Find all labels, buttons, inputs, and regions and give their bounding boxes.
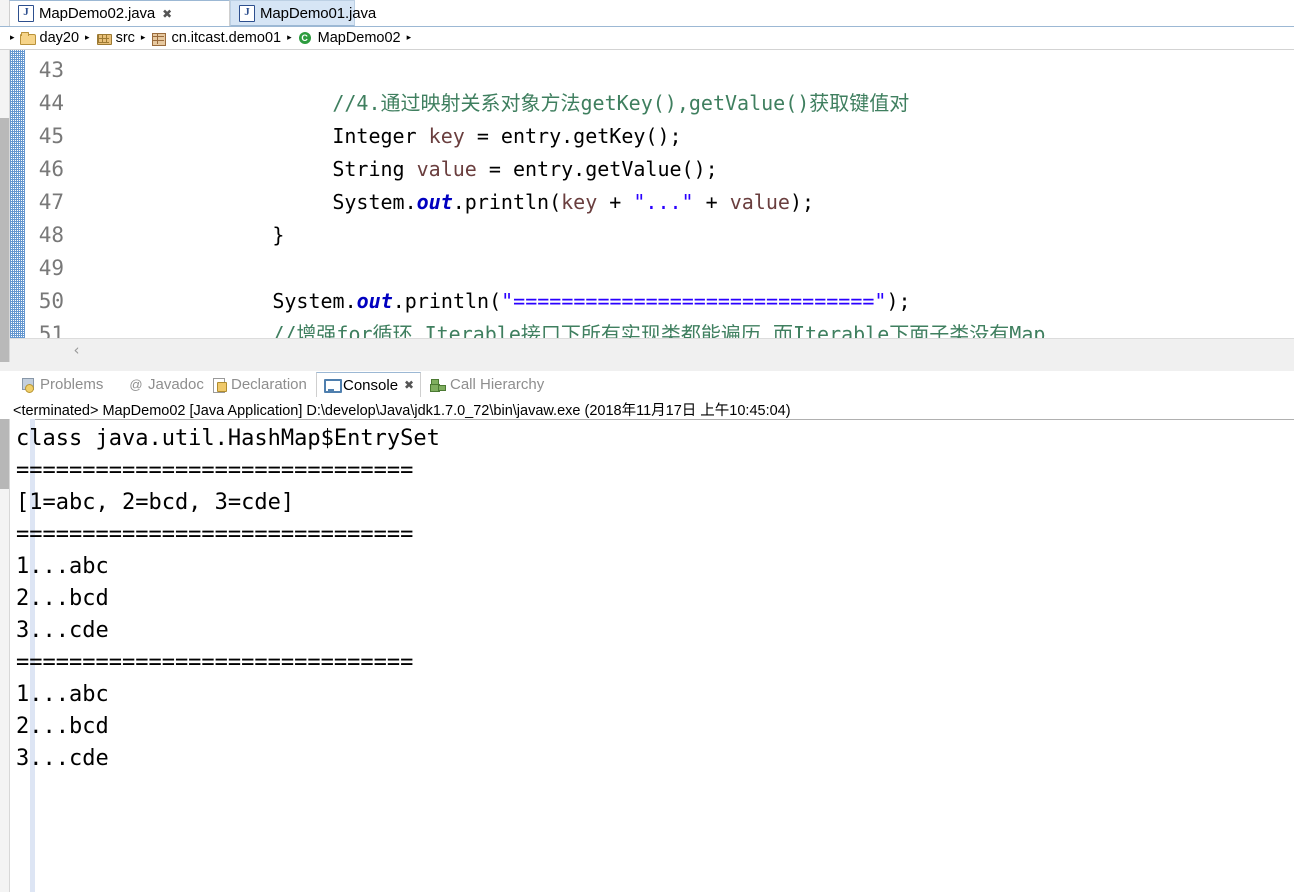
tab-label: Console <box>343 376 399 394</box>
editor-tab-label: MapDemo01.java <box>260 4 377 22</box>
editor-left-strip <box>0 50 10 362</box>
tab-problems[interactable]: Problems <box>14 372 109 397</box>
console-left-strip-shadow <box>0 419 9 489</box>
code-line-43: //4.通过映射关系对象方法getKey(),getValue()获取键值对 <box>236 54 909 115</box>
code-brace: } <box>272 223 285 247</box>
code-line-49: System.out.println("====================… <box>176 252 910 313</box>
java-file-icon <box>239 4 255 22</box>
code-line-46: System.out.println(key + "..." + value); <box>236 153 814 214</box>
line-number: 44 <box>38 91 64 115</box>
code-line-45: String value = entry.getValue(); <box>236 120 717 181</box>
console-output-text: class java.util.HashMap$EntrySet =======… <box>16 426 440 771</box>
code-line-44: Integer key = entry.getKey(); <box>236 87 681 148</box>
code-text: System. <box>332 190 417 214</box>
tab-javadoc[interactable]: Javadoc <box>122 372 210 397</box>
breadcrumb-label: cn.itcast.demo01 <box>171 30 282 46</box>
java-class-icon <box>298 31 314 45</box>
problems-icon <box>20 377 36 393</box>
editor-tab-label: MapDemo02.java <box>39 5 156 22</box>
tab-label: Call Hierarchy <box>450 376 545 393</box>
breadcrumb-label: day20 <box>39 30 80 46</box>
code-text: .println( <box>452 190 562 214</box>
code-editor[interactable]: 43 44 45 46 47 48 49 50 51 //4.通过映射关系对象方… <box>0 50 1294 362</box>
breadcrumb-item-package[interactable]: cn.itcast.demo01 <box>151 30 281 46</box>
panel-splitter[interactable] <box>0 362 1294 371</box>
code-string: "..." <box>633 190 694 214</box>
editor-left-strip-shadow <box>0 118 9 362</box>
project-folder-icon <box>19 31 36 45</box>
close-icon[interactable]: ✖ <box>404 378 414 392</box>
code-static-field: out <box>416 190 453 214</box>
chevron-right-icon[interactable]: ▸ <box>141 33 146 43</box>
javadoc-icon <box>128 377 144 393</box>
line-number: 45 <box>38 124 64 148</box>
line-number: 43 <box>38 58 64 82</box>
breadcrumb-item-class[interactable]: MapDemo02 <box>298 30 401 46</box>
breadcrumb-item-src[interactable]: src <box>96 30 135 46</box>
line-number-gutter: 43 44 45 46 47 48 49 50 51 <box>25 50 68 346</box>
line-number: 50 <box>38 289 64 313</box>
code-text: + <box>597 190 634 214</box>
eclipse-ide-window: MapDemo02.java ✖ MapDemo01.java ▸ day20 … <box>0 0 1294 892</box>
breadcrumb-label: src <box>115 30 135 46</box>
code-line-47: } <box>176 186 284 247</box>
line-number: 46 <box>38 157 64 181</box>
breadcrumb-item-day20[interactable]: day20 <box>19 30 80 46</box>
console-top-divider <box>35 419 1294 420</box>
editor-tab-mapdemo02[interactable]: MapDemo02.java ✖ <box>9 0 230 26</box>
tab-label: Problems <box>40 376 104 393</box>
code-line-50: //增强for循环,Iterable接口下所有实现类都能遍历,而Iterable… <box>176 285 1045 338</box>
scroll-left-icon[interactable]: ‹ <box>68 342 85 359</box>
call-hierarchy-icon <box>430 377 446 393</box>
console-output-panel[interactable]: class java.util.HashMap$EntrySet =======… <box>0 419 1294 892</box>
java-file-icon <box>18 5 34 22</box>
chevron-right-icon[interactable]: ▸ <box>10 33 15 43</box>
code-line-51: //我们增强for循环是遍历set,不能遍历Map集合 <box>176 318 717 338</box>
editor-tab-bar: MapDemo02.java ✖ MapDemo01.java <box>0 0 1294 27</box>
editor-horizontal-scrollbar[interactable]: ‹ <box>10 338 1294 362</box>
chevron-right-icon[interactable]: ▸ <box>287 33 292 43</box>
close-icon[interactable]: ✖ <box>162 8 172 20</box>
code-text-area[interactable]: //4.通过映射关系对象方法getKey(),getValue()获取键值对 I… <box>68 50 1294 338</box>
code-text: ); <box>789 190 815 214</box>
line-number: 47 <box>38 190 64 214</box>
declaration-icon <box>211 377 227 393</box>
line-number: 48 <box>38 223 64 247</box>
code-variable: value <box>729 190 790 214</box>
tab-declaration[interactable]: Declaration <box>205 372 313 397</box>
breadcrumb: ▸ day20 ▸ src ▸ cn.itcast.demo01 ▸ MapDe… <box>0 27 1294 50</box>
code-comment: 下面子类没有Map <box>889 322 1046 338</box>
tab-console[interactable]: Console ✖ <box>316 372 422 397</box>
console-launch-description: <terminated> MapDemo02 [Java Application… <box>13 399 791 419</box>
console-icon <box>323 377 342 393</box>
tab-label: Javadoc <box>148 376 204 393</box>
annotation-column[interactable] <box>10 50 25 338</box>
console-view-tab-bar: Problems Javadoc Declaration Console ✖ C… <box>0 371 1294 769</box>
code-comment-spellcheck: Iterable <box>792 322 890 338</box>
console-left-strip <box>0 419 10 892</box>
package-icon <box>151 31 167 46</box>
tab-call-hierarchy[interactable]: Call Hierarchy <box>424 372 550 397</box>
editor-tab-mapdemo01[interactable]: MapDemo01.java <box>230 0 376 26</box>
breadcrumb-label: MapDemo02 <box>317 30 401 46</box>
code-text: + <box>693 190 730 214</box>
line-number: 49 <box>38 256 64 280</box>
tab-label: Declaration <box>231 376 307 393</box>
source-folder-icon <box>96 31 112 45</box>
chevron-right-icon[interactable]: ▸ <box>407 33 412 43</box>
launch-text: <terminated> MapDemo02 [Java Application… <box>13 402 791 419</box>
code-variable: key <box>561 190 598 214</box>
chevron-right-icon[interactable]: ▸ <box>85 33 90 43</box>
